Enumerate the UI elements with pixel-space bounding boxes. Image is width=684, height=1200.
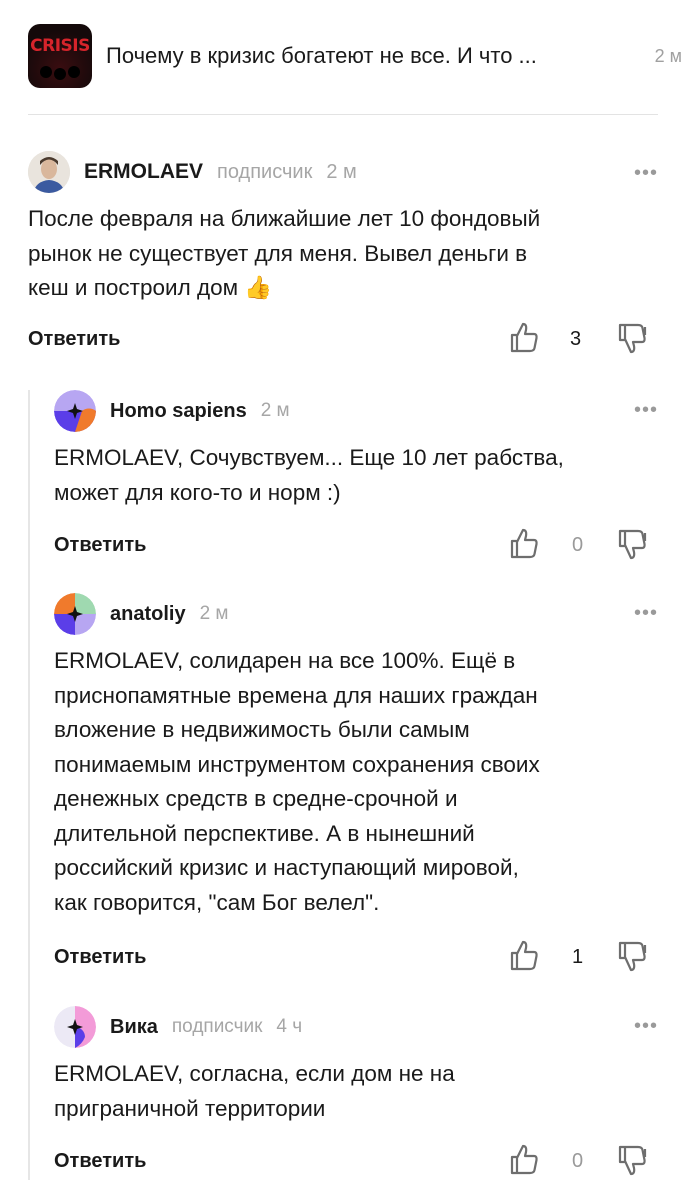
reply-button[interactable]: Ответить bbox=[54, 1150, 146, 1173]
author-badge: подписчик bbox=[217, 160, 313, 183]
comment-time: 4 ч bbox=[276, 1016, 303, 1037]
comment-text-line: ERMOLAEV, Сочувствуем... Еще 10 лет рабс… bbox=[54, 445, 564, 470]
comment-time: 2 м bbox=[326, 160, 357, 183]
comment-text: ERMOLAEV, Сочувствуем... Еще 10 лет рабс… bbox=[54, 441, 658, 510]
thumbs-up-icon[interactable] bbox=[508, 526, 540, 560]
comment-text-line: рынок не существует для меня. Вывел день… bbox=[28, 240, 528, 266]
comment-time: 2 м bbox=[199, 603, 229, 624]
thread-line bbox=[28, 390, 30, 1180]
article-thumbnail: CRISIS bbox=[28, 24, 92, 88]
more-icon[interactable]: ••• bbox=[634, 399, 658, 422]
comment-text-line: ERMOLAEV, солидарен на все 100%. Ещё в bbox=[54, 648, 516, 673]
reply-button[interactable]: Ответить bbox=[54, 946, 146, 969]
comment-text-line: российский кризис и наступающий мировой, bbox=[54, 855, 519, 880]
comment-author[interactable]: Homo sapiens bbox=[110, 400, 247, 423]
comment-text-line: длительной перспективе. А в нынешний bbox=[54, 820, 475, 846]
like-count: 3 bbox=[570, 327, 582, 350]
comment-text-line: После февраля на ближайшие лет 10 фондов… bbox=[28, 206, 541, 231]
comment-actions: Ответить 0 bbox=[54, 526, 658, 566]
comment: ERMOLAEV подписчик 2 м ••• После февраля… bbox=[28, 150, 658, 360]
comment-text-line: вложение в недвижимость были самым bbox=[54, 717, 470, 742]
thumbs-down-icon[interactable] bbox=[616, 1144, 648, 1178]
comment-text-line: понимаемым инструментом сохранения своих bbox=[54, 751, 540, 777]
avatar-icon bbox=[54, 593, 96, 635]
divider bbox=[28, 114, 658, 115]
comment-time: 2 м bbox=[260, 400, 290, 421]
thumbs-down-icon[interactable] bbox=[616, 528, 648, 562]
like-count: 1 bbox=[572, 946, 584, 968]
more-icon[interactable]: ••• bbox=[634, 602, 658, 625]
article-title[interactable]: Почему в кризис богатеют не все. И что .… bbox=[106, 43, 616, 69]
thumbs-up-icon[interactable] bbox=[508, 1142, 540, 1176]
comment-text-line: может для кого-то и норм :) bbox=[54, 479, 341, 505]
comment-actions: Ответить 3 bbox=[28, 320, 658, 360]
comment-author[interactable]: Вика bbox=[110, 1016, 158, 1039]
thumb-silhouette bbox=[54, 68, 66, 80]
comment-text-line: денежных средств в средне-срочной и bbox=[54, 786, 458, 811]
comment-author[interactable]: anatoliy bbox=[110, 603, 186, 626]
thumbs-up-icon[interactable] bbox=[508, 320, 540, 354]
comment-text-line: приграничной территории bbox=[54, 1095, 326, 1121]
like-count: 0 bbox=[572, 534, 584, 556]
comment-text: ERMOLAEV, согласна, если дом не на пригр… bbox=[54, 1057, 658, 1126]
article-time: 2 м bbox=[654, 46, 682, 66]
comment: Homo sapiens 2 м ••• ERMOLAEV, Сочувству… bbox=[54, 389, 658, 566]
thumb-silhouette bbox=[68, 66, 80, 78]
comment-text-line: ERMOLAEV, согласна, если дом не на bbox=[54, 1061, 455, 1086]
comment-text-line: приснопамятные времена для наших граждан bbox=[54, 682, 538, 708]
avatar-icon bbox=[54, 1006, 96, 1048]
avatar[interactable] bbox=[28, 151, 70, 193]
thumbs-up-icon[interactable] bbox=[508, 938, 540, 972]
comment: anatoliy 2 м ••• ERMOLAEV, солидарен на … bbox=[54, 592, 658, 978]
comment-text: ERMOLAEV, солидарен на все 100%. Ещё в п… bbox=[54, 644, 658, 920]
comment-text-line: кеш и построил дом 👍 bbox=[28, 275, 273, 300]
more-icon[interactable]: ••• bbox=[634, 162, 658, 185]
avatar[interactable] bbox=[54, 390, 96, 432]
comment-text-line: как говорится, "сам Бог велел". bbox=[54, 889, 380, 915]
like-count: 0 bbox=[572, 1150, 584, 1172]
thumbs-down-icon[interactable] bbox=[616, 940, 648, 974]
thumb-silhouette bbox=[40, 66, 52, 78]
comment-actions: Ответить 1 bbox=[54, 938, 658, 978]
author-badge: подписчик bbox=[171, 1016, 263, 1037]
comment-author[interactable]: ERMOLAEV bbox=[84, 160, 203, 184]
article-link[interactable]: CRISIS Почему в кризис богатеют не все. … bbox=[28, 24, 658, 88]
more-icon[interactable]: ••• bbox=[634, 1015, 658, 1038]
avatar-icon bbox=[54, 390, 96, 432]
comment: Вика подписчик 4 ч ••• ERMOLAEV, согласн… bbox=[54, 1005, 658, 1182]
avatar-icon bbox=[28, 151, 70, 193]
avatar[interactable] bbox=[54, 1006, 96, 1048]
thumbs-down-icon[interactable] bbox=[616, 322, 648, 356]
comment-text: После февраля на ближайшие лет 10 фондов… bbox=[28, 202, 658, 306]
reply-button[interactable]: Ответить bbox=[54, 534, 146, 557]
avatar[interactable] bbox=[54, 593, 96, 635]
article-thumbnail-text: CRISIS bbox=[30, 36, 90, 56]
reply-button[interactable]: Ответить bbox=[28, 328, 120, 351]
comment-actions: Ответить 0 bbox=[54, 1142, 658, 1182]
